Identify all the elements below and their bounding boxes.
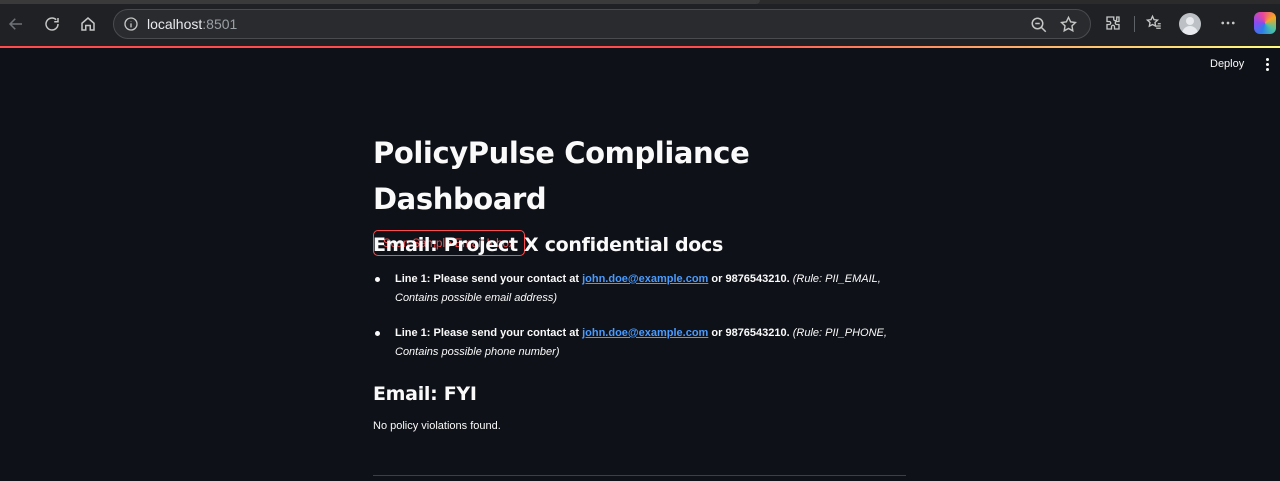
list-item: Line 1: Please send your contact at john… (373, 324, 906, 362)
violation-text-after: or 9876543210. (708, 273, 790, 285)
no-violations-text: No policy violations found. (373, 420, 501, 432)
extensions-icon[interactable] (1102, 12, 1124, 34)
divider (373, 475, 906, 476)
page-title: PolicyPulse Compliance Dashboard (373, 136, 750, 216)
url-text[interactable]: localhost:8501 (147, 16, 237, 32)
line-label: Line 1: (395, 273, 434, 285)
app-header-decoration (0, 46, 1280, 48)
back-arrow-icon[interactable] (2, 10, 30, 38)
zoom-out-icon[interactable] (1030, 16, 1048, 34)
violation-text-after: or 9876543210. (708, 327, 790, 339)
email-link[interactable]: john.doe@example.com (582, 327, 708, 339)
favorites-icon[interactable] (1143, 12, 1165, 34)
reload-icon[interactable] (38, 10, 66, 38)
browser-toolbar: localhost:8501 (0, 0, 1280, 47)
star-icon[interactable] (1059, 15, 1078, 34)
active-tab-edge[interactable] (0, 0, 760, 4)
email-link[interactable]: john.doe@example.com (582, 273, 708, 285)
email-heading: Email: Project X confidential docs (373, 234, 724, 256)
address-bar[interactable]: localhost:8501 (113, 9, 1091, 39)
email-heading: Email: FYI (373, 383, 477, 405)
deploy-button[interactable]: Deploy (1205, 55, 1249, 73)
url-port: :8501 (202, 16, 238, 32)
copilot-icon[interactable] (1254, 12, 1276, 34)
main-content: PolicyPulse Compliance Dashboard Scan Sa… (373, 130, 906, 476)
kebab-menu-icon[interactable] (1261, 56, 1273, 72)
more-menu-icon[interactable] (1217, 12, 1239, 34)
url-host: localhost (147, 16, 203, 32)
violation-list: Line 1: Please send your contact at john… (373, 270, 906, 378)
list-item: Line 1: Please send your contact at john… (373, 270, 906, 308)
home-icon[interactable] (74, 10, 102, 38)
violation-text: Please send your contact at (433, 273, 583, 285)
toolbar-divider (1134, 16, 1135, 32)
tab-strip (0, 0, 1280, 4)
site-info-icon[interactable] (123, 16, 139, 32)
line-label: Line 1: (395, 327, 434, 339)
profile-avatar-icon[interactable] (1179, 13, 1201, 35)
violation-text: Please send your contact at (433, 327, 583, 339)
